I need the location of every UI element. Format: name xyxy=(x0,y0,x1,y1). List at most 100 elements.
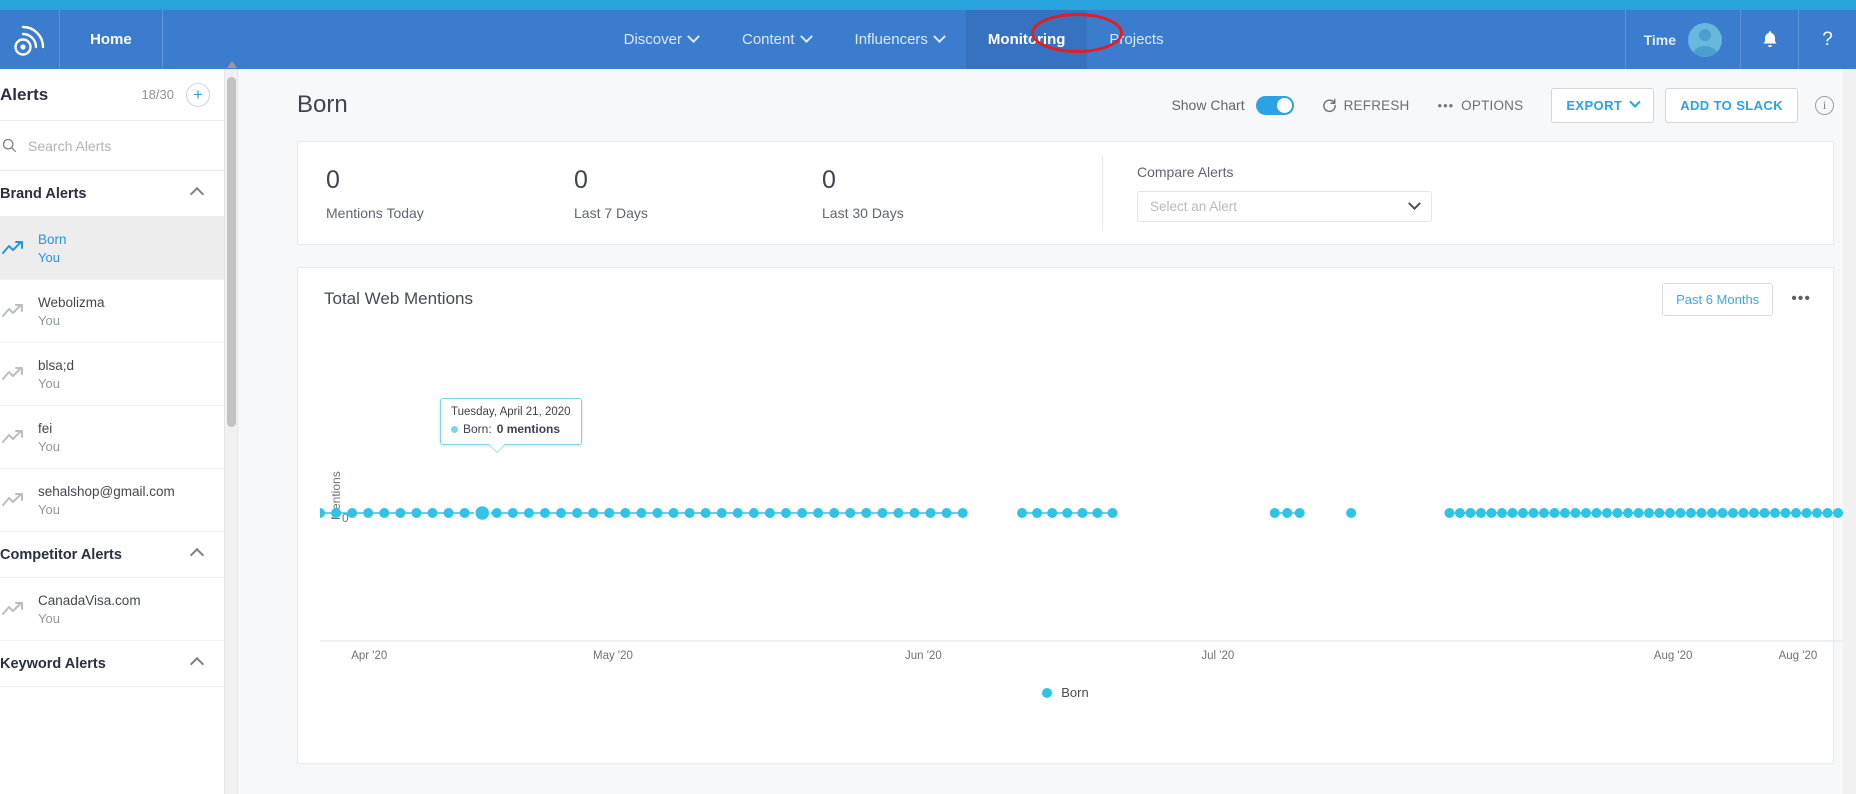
chart-data-point[interactable] xyxy=(1780,508,1791,518)
chart-data-point[interactable] xyxy=(1591,508,1602,518)
nav-item-discover[interactable]: Discover xyxy=(602,10,720,69)
chart-data-point[interactable] xyxy=(1077,508,1088,518)
sidebar-item-blsad[interactable]: blsa;d You xyxy=(0,343,224,406)
nav-item-projects[interactable]: Projects xyxy=(1087,10,1185,69)
refresh-button[interactable]: REFRESH xyxy=(1322,98,1410,113)
chart-data-point[interactable] xyxy=(1580,508,1591,518)
chart-data-point[interactable] xyxy=(363,508,374,518)
chart-data-point[interactable] xyxy=(1454,508,1465,518)
info-icon[interactable]: i xyxy=(1815,95,1834,115)
chart-data-point[interactable] xyxy=(1559,508,1570,518)
chart-data-point[interactable] xyxy=(1538,508,1549,518)
chart-data-point[interactable] xyxy=(1092,508,1103,518)
chart-data-point[interactable] xyxy=(684,508,695,518)
chart-data-point[interactable] xyxy=(1601,508,1612,518)
chart-data-point[interactable] xyxy=(893,508,904,518)
chart-data-point[interactable] xyxy=(347,508,358,518)
chart-data-point[interactable] xyxy=(861,508,872,518)
chart-data-point[interactable] xyxy=(813,508,824,518)
chart-data-point[interactable] xyxy=(1643,508,1654,518)
sidebar-group-keyword-alerts[interactable]: Keyword Alerts xyxy=(0,641,224,687)
chart-data-point[interactable] xyxy=(1465,508,1476,518)
chart-data-point[interactable] xyxy=(1517,508,1528,518)
nav-home-link[interactable]: Home xyxy=(60,10,163,69)
chart-data-point[interactable] xyxy=(1706,508,1717,518)
sidebar-item-fei[interactable]: fei You xyxy=(0,406,224,469)
chart-data-point[interactable] xyxy=(459,508,470,518)
chart-data-point[interactable] xyxy=(925,508,936,518)
chart-data-point[interactable] xyxy=(1496,508,1507,518)
chart-options-button[interactable]: ••• xyxy=(1791,290,1811,308)
export-button[interactable]: EXPORT xyxy=(1551,87,1655,123)
chart-data-point[interactable] xyxy=(556,508,567,518)
chart-data-point[interactable] xyxy=(941,508,952,518)
chart-data-point[interactable] xyxy=(1062,508,1073,518)
sidebar-item-webolizma[interactable]: Webolizma You xyxy=(0,280,224,343)
chart-data-point[interactable] xyxy=(845,508,856,518)
show-chart-toggle[interactable] xyxy=(1255,95,1294,115)
chart-data-point[interactable] xyxy=(1294,508,1305,518)
chart-data-point[interactable] xyxy=(320,508,325,518)
notifications-button[interactable] xyxy=(1740,10,1798,69)
chart-data-point[interactable] xyxy=(1759,508,1770,518)
nav-item-monitoring[interactable]: Monitoring xyxy=(965,10,1088,69)
chart-data-point[interactable] xyxy=(797,508,808,518)
options-button[interactable]: ••• OPTIONS xyxy=(1438,98,1524,113)
chart-data-point[interactable] xyxy=(1269,508,1280,518)
chart-data-point[interactable] xyxy=(1675,508,1686,518)
chart-data-point[interactable] xyxy=(877,508,888,518)
chart-data-point[interactable] xyxy=(780,508,791,518)
chart-data-point[interactable] xyxy=(1612,508,1623,518)
chart-data-point[interactable] xyxy=(1738,508,1749,518)
chart-data-point[interactable] xyxy=(1107,508,1118,518)
chart-data-point[interactable] xyxy=(1822,508,1833,518)
chart-data-point[interactable] xyxy=(1685,508,1696,518)
chart-data-point[interactable] xyxy=(1717,508,1728,518)
chart-data-point[interactable] xyxy=(1282,508,1293,518)
chart-data-point[interactable] xyxy=(379,508,390,518)
chart-data-point[interactable] xyxy=(668,508,679,518)
chart-data-point[interactable] xyxy=(1549,508,1560,518)
scroll-up-arrow-icon[interactable] xyxy=(227,61,237,68)
chart-series-canvas[interactable] xyxy=(320,330,1856,660)
chart-data-point[interactable] xyxy=(1801,508,1812,518)
add-to-slack-button[interactable]: ADD TO SLACK xyxy=(1665,87,1798,123)
chart-data-point[interactable] xyxy=(1346,508,1357,518)
chart-data-point[interactable] xyxy=(1486,508,1497,518)
chart-data-point[interactable] xyxy=(1507,508,1518,518)
chart-data-point[interactable] xyxy=(829,508,840,518)
sidebar-scrollbar-thumb[interactable] xyxy=(227,77,236,427)
help-button[interactable]: ? xyxy=(1798,10,1856,69)
chart-data-point[interactable] xyxy=(620,508,631,518)
chart-data-point[interactable] xyxy=(1654,508,1665,518)
date-range-button[interactable]: Past 6 Months xyxy=(1662,282,1774,316)
compare-alert-select[interactable]: Select an Alert xyxy=(1137,191,1432,222)
chart-data-point[interactable] xyxy=(507,508,518,518)
chart-data-point[interactable] xyxy=(1769,508,1780,518)
chart-data-point[interactable] xyxy=(732,508,743,518)
chart-data-point[interactable] xyxy=(1475,508,1486,518)
chart-data-point[interactable] xyxy=(1570,508,1581,518)
app-logo[interactable] xyxy=(0,10,60,69)
chart-data-point[interactable] xyxy=(1633,508,1644,518)
chart-data-point[interactable] xyxy=(1790,508,1801,518)
sidebar-item-born[interactable]: Born You xyxy=(0,217,224,280)
chart-data-point[interactable] xyxy=(957,508,968,518)
chart-data-point[interactable] xyxy=(427,508,438,518)
chart-data-point[interactable] xyxy=(491,508,502,518)
chart-data-point[interactable] xyxy=(1748,508,1759,518)
chart-data-point[interactable] xyxy=(1017,508,1027,518)
chart-data-point[interactable] xyxy=(716,508,727,518)
nav-item-content[interactable]: Content xyxy=(720,10,833,69)
chart-highlighted-point[interactable] xyxy=(473,504,491,522)
chart-data-point[interactable] xyxy=(1811,508,1822,518)
chart-data-point[interactable] xyxy=(748,508,759,518)
add-alert-button[interactable]: + xyxy=(186,82,210,107)
chart-data-point[interactable] xyxy=(652,508,663,518)
chart-data-point[interactable] xyxy=(1622,508,1633,518)
chart-data-point[interactable] xyxy=(1664,508,1675,518)
user-menu[interactable]: Time xyxy=(1624,10,1740,69)
chart-data-point[interactable] xyxy=(1528,508,1539,518)
chart-data-point[interactable] xyxy=(572,508,583,518)
chart-data-point[interactable] xyxy=(1444,508,1455,518)
